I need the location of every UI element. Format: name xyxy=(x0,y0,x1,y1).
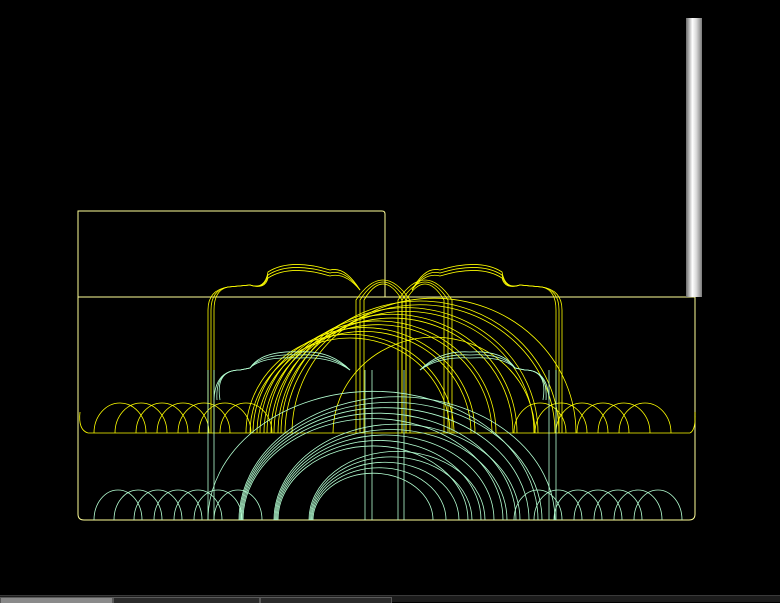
simulation-viewport[interactable] xyxy=(0,0,780,595)
toolpath-scallop xyxy=(93,402,147,434)
finishing-scallop xyxy=(93,489,143,521)
toolpath-scallop xyxy=(198,402,252,434)
toolpath-scallop xyxy=(114,402,168,434)
finishing-arc xyxy=(274,429,508,521)
finishing-scallop xyxy=(173,489,223,521)
toolpath-scallop xyxy=(135,402,189,434)
finishing-arc xyxy=(311,467,447,521)
toolpath-scallop xyxy=(555,402,609,434)
tab-3[interactable] xyxy=(260,597,392,603)
toolpath-contour xyxy=(213,264,361,433)
toolpath-scallop xyxy=(156,402,210,434)
toolpath-loop xyxy=(359,281,407,433)
finishing-scallop xyxy=(133,489,183,521)
toolpath-ledge-corner xyxy=(689,411,696,434)
finishing-arc xyxy=(310,461,460,521)
tab-1[interactable] xyxy=(0,597,113,603)
toolpath-arc xyxy=(291,297,577,434)
toolpath-contour xyxy=(411,264,557,433)
finishing-scallop xyxy=(593,489,643,521)
finishing-toolpath xyxy=(93,351,683,521)
toolpath-scallop xyxy=(618,402,672,434)
toolpath-scallop xyxy=(177,402,231,434)
finishing-scallop xyxy=(153,489,203,521)
toolpath-scallop xyxy=(597,402,651,434)
finishing-scallop xyxy=(193,489,243,521)
finishing-contour xyxy=(213,357,351,401)
cutting-tool xyxy=(686,18,702,297)
finishing-arc xyxy=(242,418,504,521)
toolpath-scallop xyxy=(576,402,630,434)
finishing-contour xyxy=(216,354,351,401)
finishing-scallop xyxy=(213,489,263,521)
stock-outline xyxy=(77,210,696,521)
toolpath-canvas xyxy=(77,210,696,521)
toolpath-ledge-corner xyxy=(79,411,89,434)
finishing-scallop xyxy=(553,489,603,521)
toolpath-contour xyxy=(210,267,361,433)
finishing-scallop xyxy=(613,489,663,521)
toolpath-scallop xyxy=(534,402,588,434)
toolpath-arc xyxy=(263,324,493,434)
tab-2[interactable] xyxy=(113,597,260,603)
finishing-scallop xyxy=(573,489,623,521)
finishing-scallop xyxy=(113,489,163,521)
finishing-arc xyxy=(277,445,469,521)
finishing-scallop xyxy=(633,489,683,521)
stock-main-block xyxy=(77,296,696,521)
finishing-arc xyxy=(309,456,473,521)
toolpath-arc xyxy=(245,333,455,434)
finishing-scallop xyxy=(533,489,583,521)
bottom-tab-bar xyxy=(0,595,780,603)
